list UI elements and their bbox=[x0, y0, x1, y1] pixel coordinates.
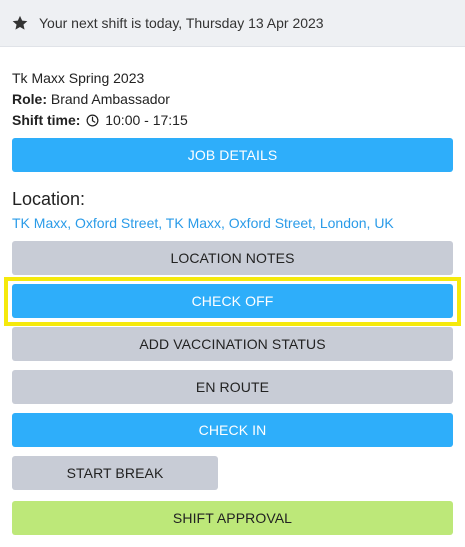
add-vaccination-status-button[interactable]: ADD VACCINATION STATUS bbox=[12, 327, 453, 361]
location-heading: Location: bbox=[12, 189, 86, 209]
shift-time-value: 10:00 - 17:15 bbox=[105, 112, 188, 128]
shift-approval-button[interactable]: SHIFT APPROVAL bbox=[12, 501, 453, 535]
star-icon bbox=[12, 15, 28, 30]
role-label: Role: bbox=[12, 91, 47, 107]
en-route-button[interactable]: EN ROUTE bbox=[12, 370, 453, 404]
shift-time-label: Shift time: bbox=[12, 112, 81, 128]
location-notes-button[interactable]: LOCATION NOTES bbox=[12, 241, 453, 275]
location-address-link[interactable]: TK Maxx, Oxford Street, TK Maxx, Oxford … bbox=[12, 215, 394, 231]
role-value: Brand Ambassador bbox=[50, 91, 170, 107]
shift-role: Role: Brand Ambassador bbox=[12, 91, 170, 107]
next-shift-banner: Your next shift is today, Thursday 13 Ap… bbox=[0, 0, 465, 47]
clock-icon bbox=[86, 114, 99, 127]
job-details-button[interactable]: JOB DETAILS bbox=[12, 138, 453, 172]
shift-time: Shift time: 10:00 - 17:15 bbox=[12, 112, 188, 128]
start-break-button[interactable]: START BREAK bbox=[12, 456, 218, 490]
next-shift-text: Your next shift is today, Thursday 13 Ap… bbox=[39, 15, 324, 31]
shift-name: Tk Maxx Spring 2023 bbox=[12, 70, 145, 86]
check-in-button[interactable]: CHECK IN bbox=[12, 413, 453, 447]
check-off-button[interactable]: CHECK OFF bbox=[12, 284, 453, 318]
